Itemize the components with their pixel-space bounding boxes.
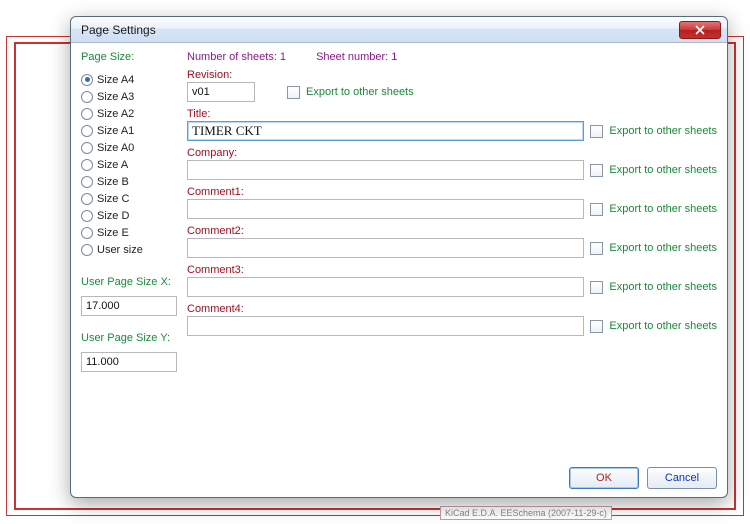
page-settings-dialog: Page Settings Page Size: Size A4Size A3S… <box>70 16 728 498</box>
revision-export-checkbox[interactable] <box>287 86 300 99</box>
comment1-block: Comment1: Export to other sheets <box>187 186 717 219</box>
title-input[interactable] <box>187 121 584 141</box>
company-export-label: Export to other sheets <box>609 164 717 176</box>
page-size-option[interactable]: Size A1 <box>81 122 177 139</box>
page-size-option[interactable]: Size A2 <box>81 105 177 122</box>
user-page-y-input[interactable] <box>81 352 177 372</box>
page-size-option[interactable]: Size A0 <box>81 139 177 156</box>
radio-icon <box>81 159 93 171</box>
page-size-option[interactable]: Size D <box>81 207 177 224</box>
comment1-export-checkbox[interactable] <box>590 203 603 216</box>
page-size-option-label: Size A4 <box>97 74 134 86</box>
dialog-body: Page Size: Size A4Size A3Size A2Size A1S… <box>71 43 727 461</box>
page-size-option-label: Size A1 <box>97 125 134 137</box>
close-icon <box>695 25 705 35</box>
page-size-option[interactable]: Size A4 <box>81 71 177 88</box>
page-size-option-label: User size <box>97 244 143 256</box>
revision-export-label: Export to other sheets <box>306 86 414 98</box>
sheet-info-row: Number of sheets: 1 Sheet number: 1 <box>187 51 717 63</box>
user-page-x-input[interactable] <box>81 296 177 316</box>
page-size-option-label: Size A <box>97 159 128 171</box>
comment3-label: Comment3: <box>187 264 717 276</box>
titlebar: Page Settings <box>71 17 727 43</box>
cancel-button[interactable]: Cancel <box>647 467 717 489</box>
page-size-option[interactable]: User size <box>81 241 177 258</box>
page-size-option[interactable]: Size C <box>81 190 177 207</box>
comment4-input[interactable] <box>187 316 584 336</box>
comment2-label: Comment2: <box>187 225 717 237</box>
comment1-export-label: Export to other sheets <box>609 203 717 215</box>
comment4-label: Comment4: <box>187 303 717 315</box>
title-label: Title: <box>187 108 717 120</box>
page-size-option-label: Size B <box>97 176 129 188</box>
revision-input[interactable] <box>187 82 255 102</box>
radio-icon <box>81 244 93 256</box>
company-input[interactable] <box>187 160 584 180</box>
page-size-option-label: Size E <box>97 227 129 239</box>
company-label: Company: <box>187 147 717 159</box>
cancel-button-label: Cancel <box>665 472 699 484</box>
title-export-label: Export to other sheets <box>609 125 717 137</box>
button-row: OK Cancel <box>71 461 727 497</box>
radio-icon <box>81 142 93 154</box>
left-column: Page Size: Size A4Size A3Size A2Size A1S… <box>81 51 177 455</box>
title-block: Title: Export to other sheets <box>187 108 717 141</box>
title-export-checkbox[interactable] <box>590 125 603 138</box>
number-of-sheets: Number of sheets: 1 <box>187 51 286 63</box>
comment1-label: Comment1: <box>187 186 717 198</box>
page-size-option-label: Size C <box>97 193 129 205</box>
close-button[interactable] <box>679 21 721 39</box>
comment1-input[interactable] <box>187 199 584 219</box>
comment2-block: Comment2: Export to other sheets <box>187 225 717 258</box>
ok-button[interactable]: OK <box>569 467 639 489</box>
comment4-block: Comment4: Export to other sheets <box>187 303 717 336</box>
page-size-option-label: Size A0 <box>97 142 134 154</box>
background-footer-text: KiCad E.D.A. EESchema (2007-11-29-c) <box>440 506 612 520</box>
page-size-option-label: Size A2 <box>97 108 134 120</box>
comment2-input[interactable] <box>187 238 584 258</box>
ok-button-label: OK <box>596 472 612 484</box>
radio-icon <box>81 108 93 120</box>
revision-block: Revision: Export to other sheets <box>187 69 717 102</box>
radio-icon <box>81 176 93 188</box>
radio-icon <box>81 74 93 86</box>
comment3-export-checkbox[interactable] <box>590 281 603 294</box>
revision-label: Revision: <box>187 69 717 81</box>
user-page-y-label: User Page Size Y: <box>81 332 177 344</box>
comment2-export-label: Export to other sheets <box>609 242 717 254</box>
radio-icon <box>81 227 93 239</box>
page-size-option[interactable]: Size E <box>81 224 177 241</box>
page-size-option[interactable]: Size A3 <box>81 88 177 105</box>
comment4-export-checkbox[interactable] <box>590 320 603 333</box>
page-size-option-label: Size D <box>97 210 129 222</box>
company-block: Company: Export to other sheets <box>187 147 717 180</box>
right-column: Number of sheets: 1 Sheet number: 1 Revi… <box>187 51 717 455</box>
page-size-radio-group: Size A4 Size A3 Size A2 Size A1 Size A0 Size … <box>81 71 177 258</box>
sheet-number: Sheet number: 1 <box>316 51 397 63</box>
page-size-label: Page Size: <box>81 51 177 63</box>
page-size-option-label: Size A3 <box>97 91 134 103</box>
comment3-input[interactable] <box>187 277 584 297</box>
radio-icon <box>81 125 93 137</box>
radio-icon <box>81 91 93 103</box>
user-page-x-label: User Page Size X: <box>81 276 177 288</box>
comment3-export-label: Export to other sheets <box>609 281 717 293</box>
page-size-option[interactable]: Size A <box>81 156 177 173</box>
page-size-option[interactable]: Size B <box>81 173 177 190</box>
company-export-checkbox[interactable] <box>590 164 603 177</box>
comment2-export-checkbox[interactable] <box>590 242 603 255</box>
comment4-export-label: Export to other sheets <box>609 320 717 332</box>
window-title: Page Settings <box>81 23 679 37</box>
radio-icon <box>81 193 93 205</box>
comment3-block: Comment3: Export to other sheets <box>187 264 717 297</box>
radio-icon <box>81 210 93 222</box>
